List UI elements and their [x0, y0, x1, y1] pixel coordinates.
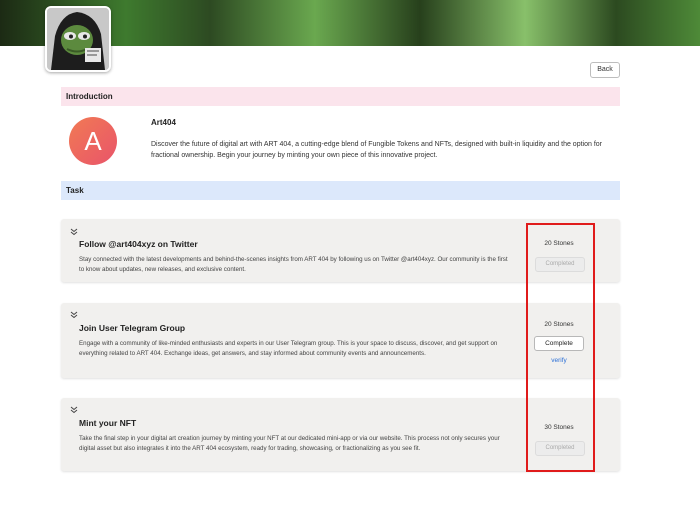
project-logo: A — [69, 117, 117, 165]
project-description: Discover the future of digital art with … — [151, 141, 602, 159]
reward-highlight-annotation — [526, 223, 595, 472]
task-title: Mint your NFT — [79, 418, 137, 428]
task-description: Engage with a community of like-minded e… — [79, 340, 498, 357]
profile-avatar — [45, 6, 111, 72]
task-title: Join User Telegram Group — [79, 323, 186, 333]
introduction-header: Introduction — [61, 87, 620, 106]
chevron-down-icon[interactable] — [70, 311, 78, 321]
chevron-down-icon[interactable] — [70, 406, 78, 416]
back-button[interactable]: Back — [590, 62, 620, 78]
task-description: Take the final step in your digital art … — [79, 435, 500, 452]
task-description: Stay connected with the latest developme… — [79, 256, 508, 273]
task-title: Follow @art404xyz on Twitter — [79, 239, 198, 249]
project-name: Art404 — [151, 118, 176, 127]
pepe-hooded-avatar-icon — [47, 8, 109, 70]
task-header: Task — [61, 181, 620, 200]
chevron-down-icon[interactable] — [70, 228, 78, 238]
